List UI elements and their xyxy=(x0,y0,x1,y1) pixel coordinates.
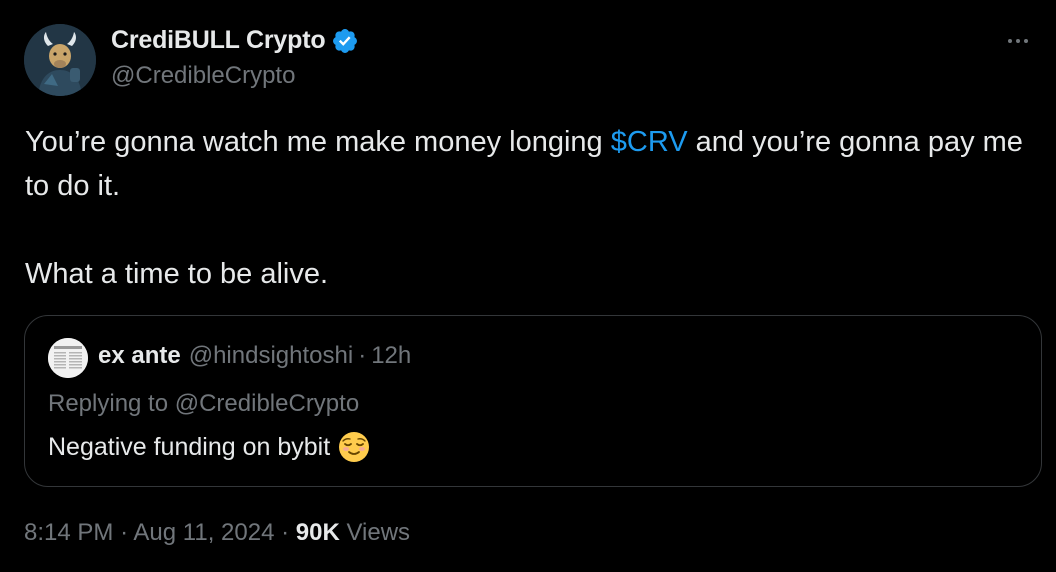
cashtag-link[interactable]: $CRV xyxy=(611,126,688,158)
more-dot xyxy=(1008,39,1012,43)
author-avatar[interactable] xyxy=(24,24,96,96)
verified-badge-icon[interactable] xyxy=(331,27,359,55)
tweet-card: CrediBULL Crypto @CredibleCrypto You’re … xyxy=(0,0,1056,572)
meta-separator: · xyxy=(281,519,290,546)
newspaper-avatar-icon xyxy=(48,338,88,378)
tweet-date[interactable]: Aug 11, 2024 xyxy=(133,519,274,546)
more-dot xyxy=(1024,39,1028,43)
views-label: Views xyxy=(346,519,411,546)
tweet-meta: 8:14 PM · Aug 11, 2024 · 90K Views xyxy=(24,519,410,547)
meta-separator: · xyxy=(120,519,129,546)
views-count[interactable]: 90K xyxy=(296,519,340,546)
quoted-tweet[interactable]: ex ante @hindsightoshi · 12h Replying to… xyxy=(24,315,1042,487)
quoted-header: ex ante @hindsightoshi · 12h xyxy=(98,342,411,370)
quoted-text: Negative funding on bybit xyxy=(48,431,370,463)
more-options-icon[interactable] xyxy=(1000,26,1036,56)
author-handle[interactable]: @CredibleCrypto xyxy=(111,62,295,90)
quoted-replying-to: Replying to @CredibleCrypto xyxy=(48,390,360,417)
quoted-author-handle[interactable]: @hindsightoshi xyxy=(189,342,353,370)
quoted-author-avatar[interactable] xyxy=(48,338,88,378)
relieved-face-emoji-icon xyxy=(338,431,370,463)
author-name[interactable]: CrediBULL Crypto xyxy=(111,26,359,55)
more-dot xyxy=(1016,39,1020,43)
quoted-timestamp[interactable]: 12h xyxy=(371,342,411,370)
tweet-paragraph-2: What a time to be alive. xyxy=(25,258,329,290)
quoted-author-name[interactable]: ex ante xyxy=(98,342,181,370)
bull-avatar-icon xyxy=(24,24,96,96)
author-name-text: CrediBULL Crypto xyxy=(111,26,326,54)
tweet-text-before: You’re gonna watch me make money longing xyxy=(25,126,611,158)
quoted-text-body: Negative funding on bybit xyxy=(48,432,331,461)
tweet-time[interactable]: 8:14 PM xyxy=(24,519,113,546)
tweet-text: You’re gonna watch me make money longing… xyxy=(25,120,1045,296)
quoted-separator: · xyxy=(358,342,367,369)
tweet-paragraph-1: You’re gonna watch me make money longing… xyxy=(25,120,1045,208)
